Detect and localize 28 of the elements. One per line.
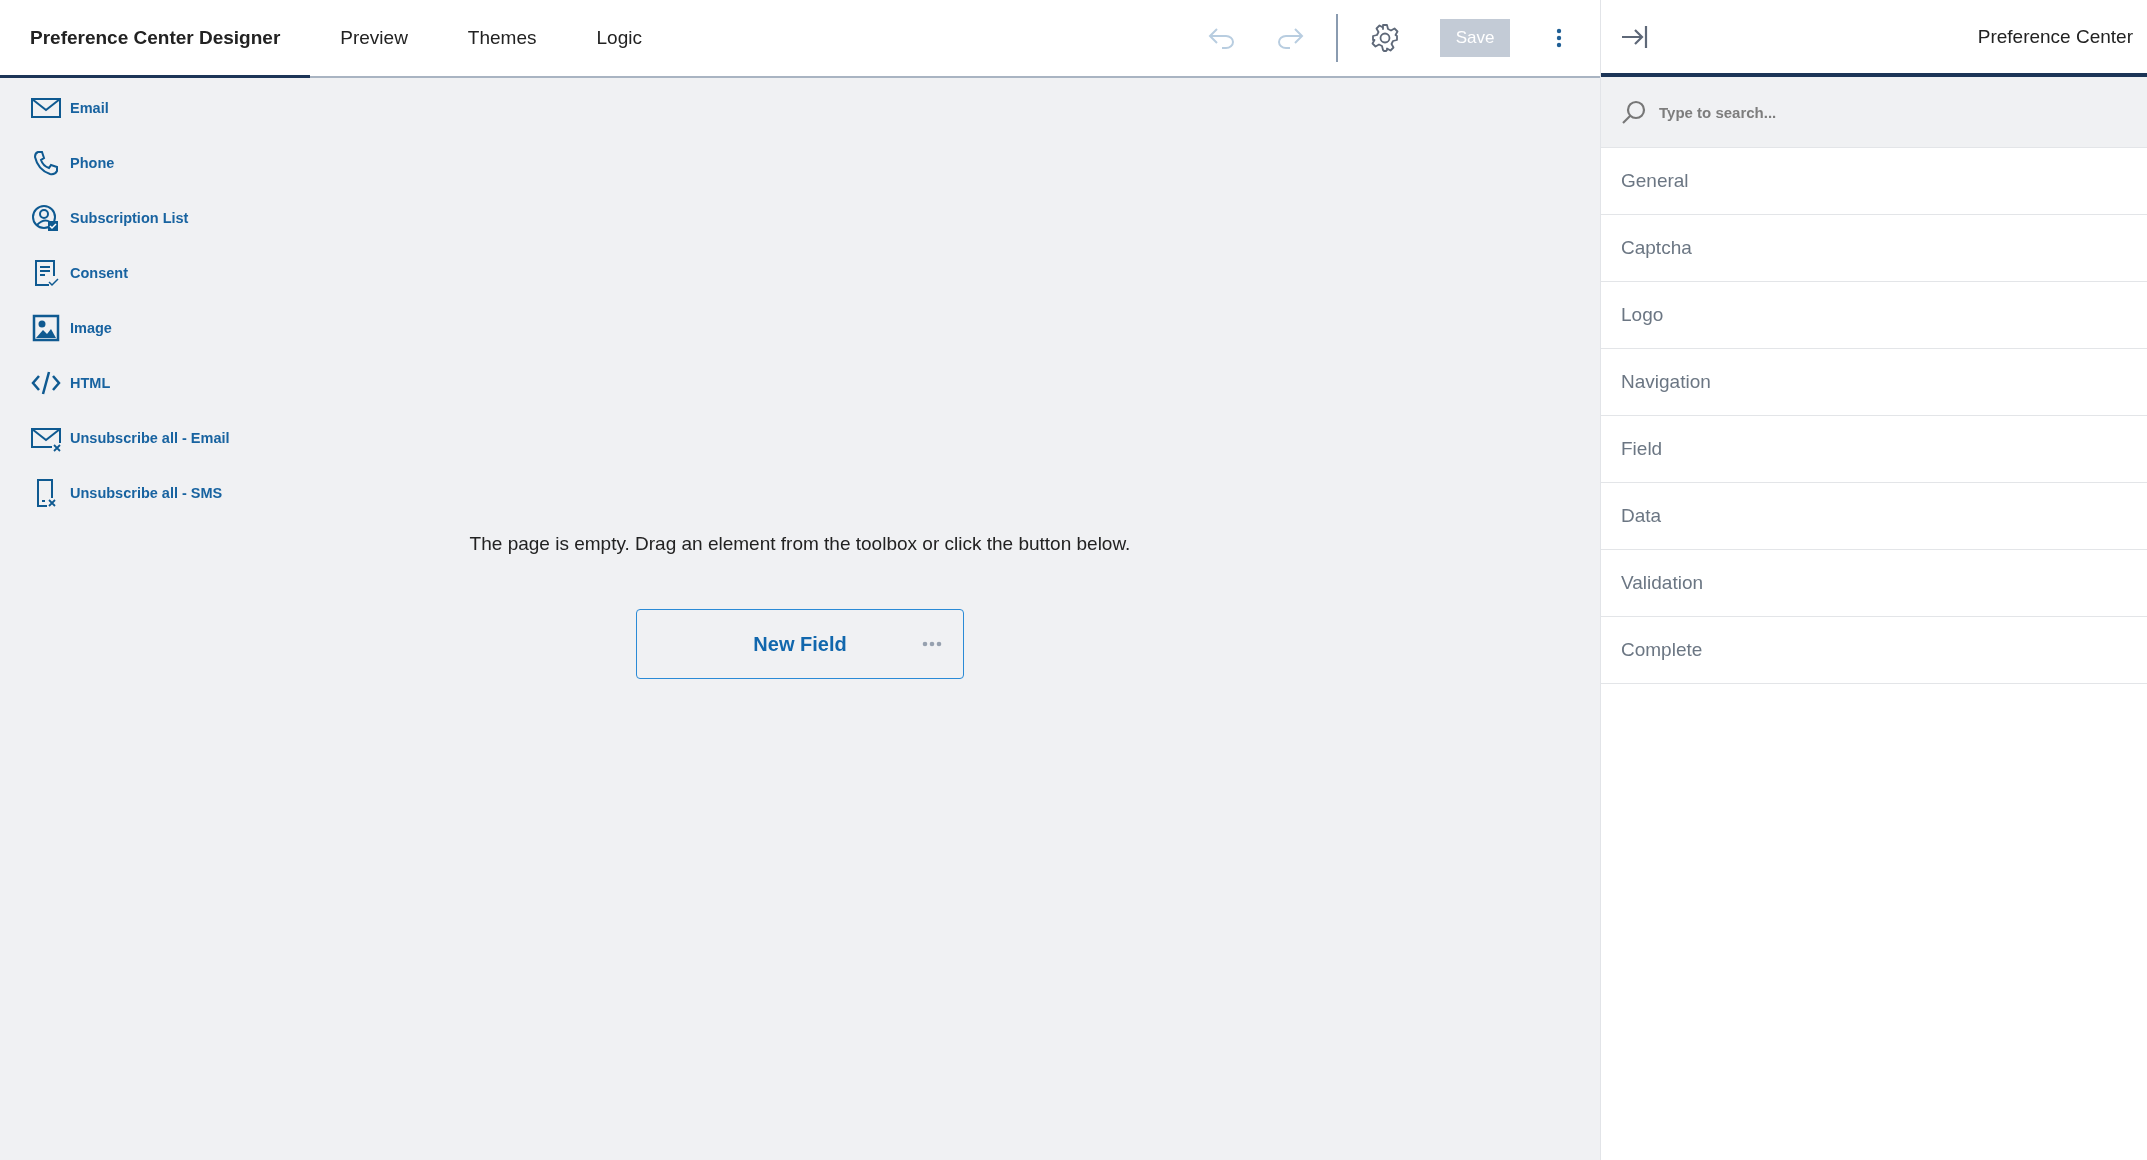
panel-title: Preference Center: [1977, 25, 2133, 48]
toolbox-item[interactable]: Phone: [70, 154, 115, 171]
tab[interactable]: Preference Center Designer: [0, 0, 311, 78]
toolbox-item[interactable]: Email: [70, 99, 109, 116]
toolbox-item[interactable]: Consent: [70, 264, 128, 281]
empty-page-message: The page is empty. Drag an element from the toolbox or click the button below.: [469, 533, 1131, 555]
tab[interactable]: Themes: [437, 0, 567, 78]
tab[interactable]: Logic: [566, 0, 672, 78]
toolbox-item[interactable]: Image: [70, 319, 112, 336]
image-icon: [30, 312, 62, 343]
category-item[interactable]: General: [1601, 148, 2147, 215]
new-field-button[interactable]: New Field: [636, 609, 964, 679]
settings-icon[interactable]: [1370, 23, 1400, 53]
toolbox-item[interactable]: Unsubscribe all - SMS: [70, 484, 223, 501]
category-item[interactable]: Validation: [1601, 550, 2147, 617]
toolbox-item[interactable]: Unsubscribe all - Email: [70, 429, 230, 446]
category-item[interactable]: Data: [1601, 483, 2147, 550]
category-item[interactable]: Captcha: [1601, 215, 2147, 282]
search-icon: [1621, 99, 1647, 125]
more-options-icon[interactable]: [1556, 28, 1562, 48]
collapse-panel-icon[interactable]: [1621, 24, 1649, 49]
tab[interactable]: Preview: [310, 0, 438, 78]
category-item[interactable]: Complete: [1601, 617, 2147, 684]
toolbox-item[interactable]: HTML: [70, 374, 111, 391]
category-item[interactable]: Logo: [1601, 282, 2147, 349]
category-item[interactable]: Navigation: [1601, 349, 2147, 416]
category-item[interactable]: Field: [1601, 416, 2147, 483]
toolbox-item[interactable]: Subscription List: [70, 209, 189, 226]
